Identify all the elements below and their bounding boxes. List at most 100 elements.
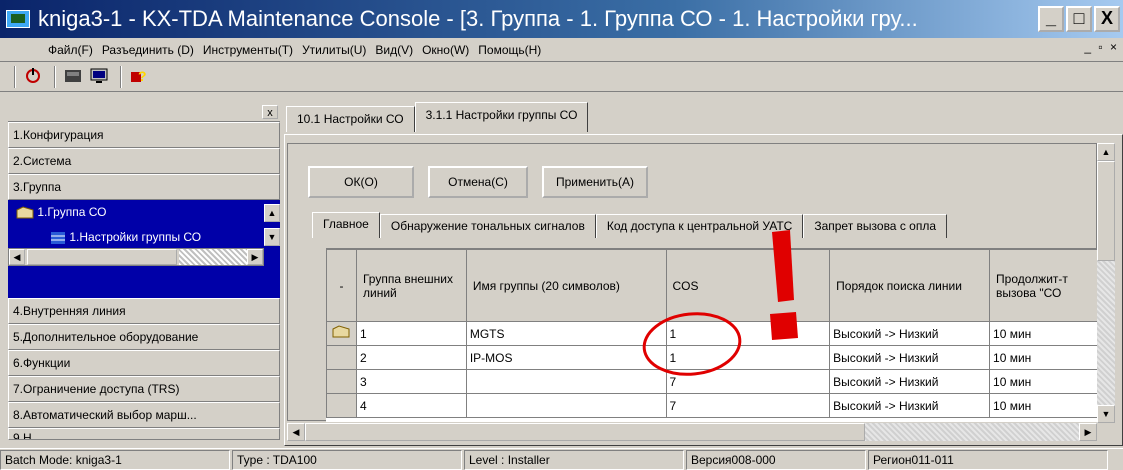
cell-trunk-group[interactable]: 1 [355,321,467,346]
toolbar: ? [0,62,1123,92]
tab-pbx-access-code[interactable]: Код доступа к центральной УАТС [595,214,804,238]
cell-group-name[interactable]: MGTS [465,321,667,346]
scroll-right-arrow[interactable]: ▶ [1079,423,1097,441]
toolbar-separator [14,65,16,88]
monitor-icon[interactable] [88,66,110,88]
nav-subitem-co-group[interactable]: 1.Группа СО [8,200,280,225]
cell-trunk-group[interactable]: 4 [355,393,467,418]
scroll-down-arrow[interactable]: ▼ [264,228,280,246]
scroll-up-arrow[interactable]: ▲ [264,204,280,222]
scroll-thumb[interactable] [27,249,177,265]
toolbar-separator [120,65,122,88]
tab-tone-detection[interactable]: Обнаружение тональных сигналов [379,214,596,238]
nav-item-trs[interactable]: 7.Ограничение доступа (TRS) [8,376,280,402]
cell-hunting-order[interactable]: Высокий -> Низкий [829,321,991,346]
cell-cos[interactable]: 7 [665,369,831,394]
minimize-button[interactable]: _ [1038,6,1064,32]
nav-subitem-label: 1.Группа СО [37,205,107,219]
row-marker [326,345,357,370]
scroll-right-arrow[interactable]: ▶ [247,249,263,265]
title-bar[interactable]: kniga3-1 - KX-TDA Maintenance Console - … [0,0,1123,38]
vertical-scrollbar[interactable]: ▲ ▼ [1097,143,1115,423]
cell-trunk-group[interactable]: 2 [355,345,467,370]
cell-group-name[interactable]: IP-MOS [465,345,667,370]
cell-group-name[interactable] [465,393,667,418]
cell-hunting-order[interactable]: Высокий -> Низкий [829,369,991,394]
col-header-trunk-group[interactable]: Группа внешних линий [355,249,467,322]
tab-co-group-settings[interactable]: 3.1.1 Настройки группы СО [414,102,589,132]
scroll-thumb[interactable] [305,423,865,441]
connect-icon[interactable] [22,66,44,88]
table-row[interactable]: 1 MGTS 1 Высокий -> Низкий 10 мин [326,321,1098,346]
nav-item-configuration[interactable]: 1.Конфигурация [8,122,280,148]
nav-item-system[interactable]: 2.Система [8,148,280,174]
cancel-button[interactable]: Отмена(С) [428,166,528,198]
cell-trunk-group[interactable]: 3 [355,369,467,394]
menu-window[interactable]: Окно(W) [422,43,469,57]
status-level: Level : Installer [464,449,684,470]
tab-toll-restriction[interactable]: Запрет вызова с опла [803,214,947,238]
scroll-left-arrow[interactable]: ◀ [9,249,25,265]
tab-co-settings[interactable]: 10.1 Настройки СО [286,106,415,132]
menu-file[interactable]: Файл(F) [48,43,93,57]
help-icon[interactable]: ? [128,66,150,88]
nav-subitem-label: 1.Настройки группы СО [69,230,202,244]
row-pointer-icon [326,321,357,346]
col-header-group-name[interactable]: Имя группы (20 символов) [465,249,667,322]
toolbar-separator [54,65,56,88]
nav-item-next[interactable]: 9.Н... [8,428,280,440]
menu-view[interactable]: Вид(V) [375,43,413,57]
nav-item-features[interactable]: 6.Функции [8,350,280,376]
settings-panel: ОК(О) Отмена(С) Применить(А) Главное Обн… [284,134,1123,446]
settings-form: ОК(О) Отмена(С) Применить(А) Главное Обн… [287,143,1098,422]
scroll-thumb[interactable] [1097,161,1115,261]
app-window: kniga3-1 - KX-TDA Maintenance Console - … [0,0,1123,470]
cell-call-duration[interactable]: 10 мин [989,345,1098,370]
settings-subtabs: Главное Обнаружение тональных сигналов К… [312,212,947,238]
table-row[interactable]: 3 7 Высокий -> Низкий 10 мин [326,369,1098,394]
database-icon[interactable] [62,66,84,88]
nav-item-group[interactable]: 3.Группа [8,174,280,200]
scroll-left-arrow[interactable]: ◀ [287,423,305,441]
close-button[interactable]: X [1094,6,1120,32]
col-header-hunting-order[interactable]: Порядок поиска линии [829,249,991,322]
cell-group-name[interactable] [465,369,667,394]
apply-button[interactable]: Применить(А) [542,166,648,198]
status-version: Версия008-000 [686,449,866,470]
cell-call-duration[interactable]: 10 мин [989,321,1098,346]
scroll-down-arrow[interactable]: ▼ [1097,405,1115,423]
maximize-button[interactable]: □ [1066,6,1092,32]
table-row[interactable]: 2 IP-MOS 1 Высокий -> Низкий 10 мин [326,345,1098,370]
settings-grid-icon [50,230,69,244]
panel-close-button[interactable]: x [262,105,278,119]
cell-cos[interactable]: 1 [665,345,831,370]
cell-cos[interactable]: 1 [665,321,831,346]
status-region: Регион011-011 [868,449,1108,470]
col-header-call-duration[interactable]: Продолжит-т вызова "СО [989,249,1098,322]
folder-icon [16,205,37,219]
app-icon [6,8,32,30]
ok-button[interactable]: ОК(О) [308,166,414,198]
nav-item-extension[interactable]: 4.Внутренняя линия [8,298,280,324]
col-header-cos[interactable]: COS [665,249,831,322]
horizontal-scrollbar[interactable]: ◀ ▶ [8,248,264,266]
table-row[interactable]: 4 7 Высокий -> Низкий 10 мин [326,393,1098,418]
scroll-track[interactable] [179,249,247,265]
cell-call-duration[interactable]: 10 мин [989,369,1098,394]
scroll-up-arrow[interactable]: ▲ [1097,143,1115,161]
menu-utilities[interactable]: Утилиты(U) [302,43,366,57]
mdi-controls[interactable]: _ ▫ × [1084,40,1119,54]
cell-hunting-order[interactable]: Высокий -> Низкий [829,393,991,418]
cell-call-duration[interactable]: 10 мин [989,393,1098,418]
nav-item-optional-device[interactable]: 5.Дополнительное оборудование [8,324,280,350]
menu-help[interactable]: Помощь(H) [478,43,541,57]
menu-tools[interactable]: Инструменты(T) [203,43,293,57]
nav-item-ars[interactable]: 8.Автоматический выбор марш... [8,402,280,428]
nav-subitem-co-group-settings[interactable]: 1.Настройки группы СО [8,225,280,250]
tab-main[interactable]: Главное [312,212,380,238]
cell-cos[interactable]: 7 [665,393,831,418]
nav-subtree: 1.Группа СО 1.Настройки группы СО ▲ ▼ ◀ … [8,200,280,298]
menu-disconnect[interactable]: Разъединить (D) [102,43,194,57]
cell-hunting-order[interactable]: Высокий -> Низкий [829,345,991,370]
horizontal-scrollbar[interactable]: ◀ ▶ [287,423,1097,441]
